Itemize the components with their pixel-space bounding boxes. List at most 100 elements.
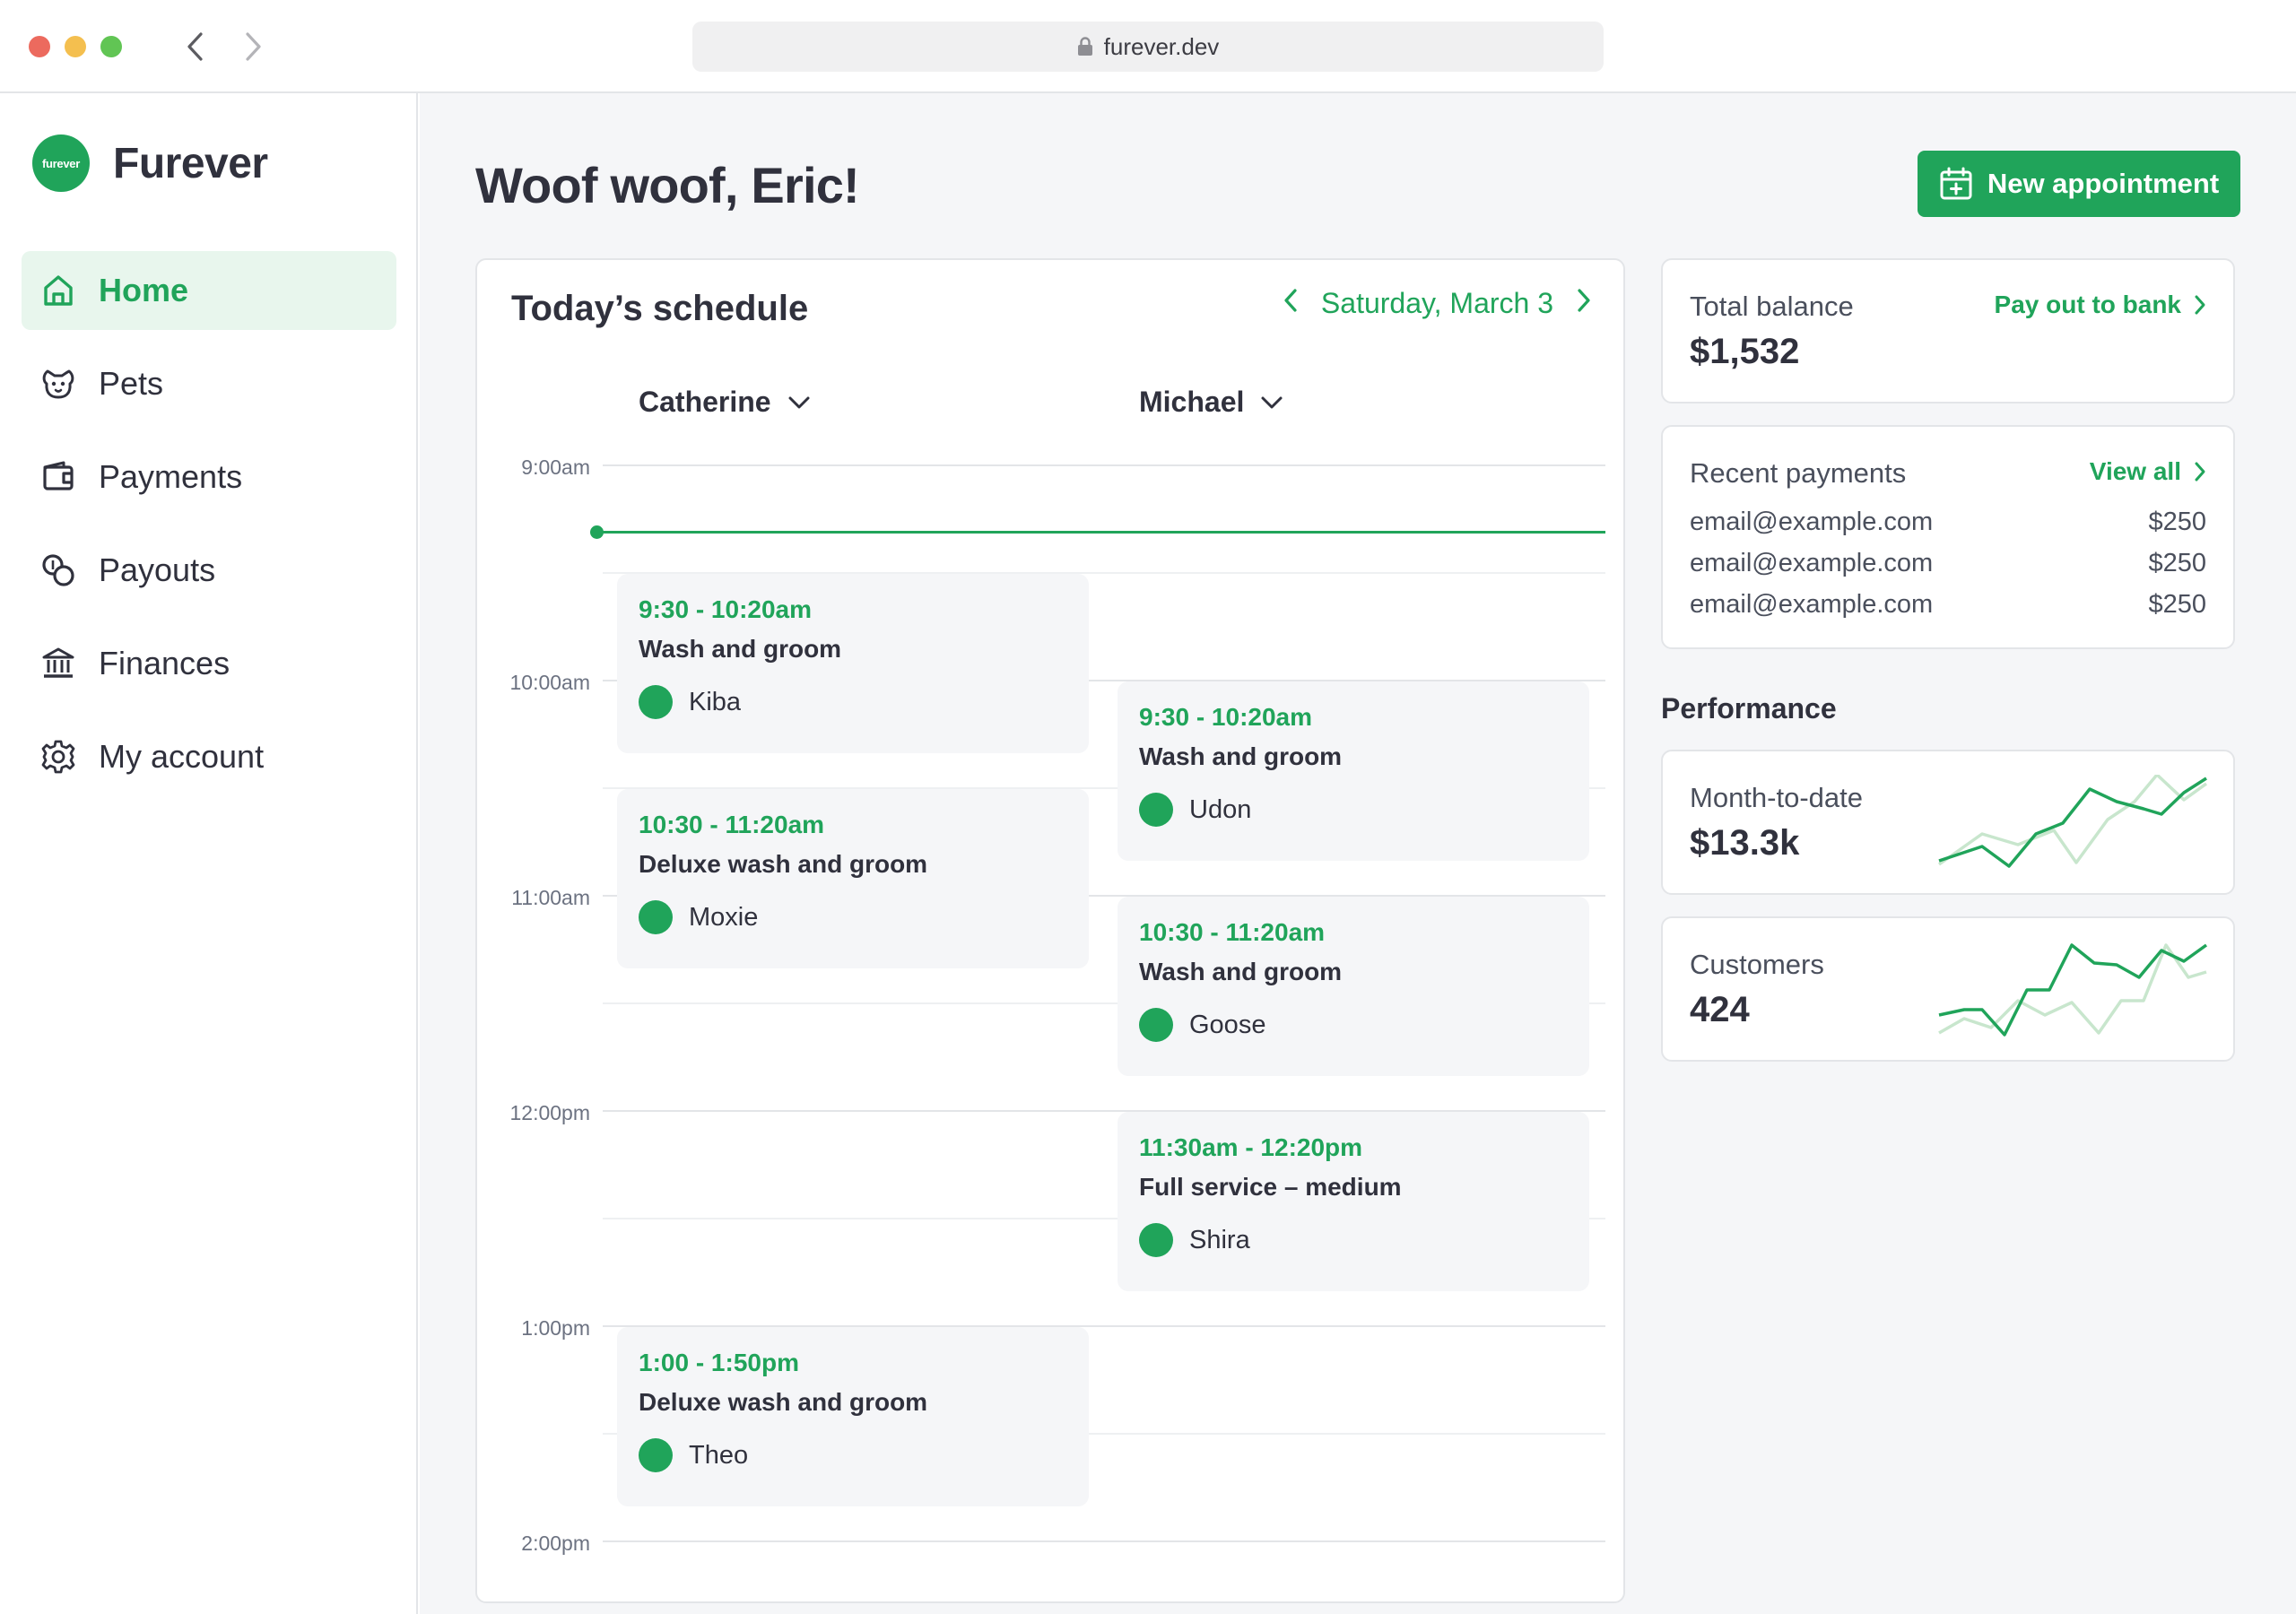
appointment-time: 10:30 - 11:20am [639, 811, 825, 838]
pay-out-to-bank-link[interactable]: Pay out to bank [1995, 291, 2206, 319]
sidebar-item-pets[interactable]: Pets [22, 344, 396, 423]
payment-amount: $250 [2148, 590, 2206, 619]
appointment-pet: Goose [1139, 1008, 1568, 1042]
chevron-down-icon [788, 396, 810, 408]
sidebar-item-label: Payouts [99, 551, 216, 588]
sidebar-item-label: Pets [99, 365, 164, 402]
new-appointment-button[interactable]: New appointment [1918, 151, 2240, 217]
hour-gridline [603, 464, 1605, 466]
pet-avatar [1139, 1008, 1173, 1042]
pay-out-label: Pay out to bank [1994, 291, 2181, 318]
payment-email: email@example.com [1690, 590, 1934, 619]
appointment-service: Wash and groom [1139, 742, 1343, 770]
month-to-date-card[interactable]: Month-to-date $13.3k [1661, 750, 2235, 895]
payment-row[interactable]: email@example.com $250 [1690, 508, 2206, 537]
payment-email: email@example.com [1690, 508, 1934, 536]
logo-text: furever [42, 156, 80, 170]
staff-select-catherine[interactable]: Catherine [639, 386, 811, 419]
customers-label: Customers [1690, 949, 1824, 980]
chevron-right-icon [1578, 289, 1590, 312]
address-bar[interactable]: furever.dev [692, 22, 1604, 72]
appointment-pet: Theo [639, 1438, 1067, 1472]
sidebar-item-finances[interactable]: Finances [22, 624, 396, 703]
pet-avatar [1139, 793, 1173, 827]
appointment-service: Full service – medium [1139, 1173, 1402, 1201]
sidebar-nav: Home Pets Payments Payouts Finances My a… [22, 251, 396, 811]
paw-icon [39, 365, 77, 403]
payment-row[interactable]: email@example.com $250 [1690, 549, 2206, 578]
minimize-window-button[interactable] [65, 36, 86, 57]
current-time-line [597, 531, 1605, 534]
sidebar-item-home[interactable]: Home [22, 251, 396, 330]
next-day-button[interactable] [1577, 287, 1591, 320]
sidebar-item-label: Finances [99, 645, 230, 681]
pet-name: Moxie [689, 902, 759, 932]
hour-gridline [603, 1540, 1605, 1542]
payment-row[interactable]: email@example.com $250 [1690, 590, 2206, 620]
sidebar-item-label: Home [99, 272, 189, 308]
appointment-pet: Udon [1139, 793, 1568, 827]
customers-card[interactable]: Customers 424 [1661, 916, 2235, 1062]
pet-name: Udon [1189, 794, 1252, 824]
appointment-card[interactable]: 10:30 - 11:20am Wash and groom Goose [1118, 897, 1589, 1076]
appointment-card[interactable]: 11:30am - 12:20pm Full service – medium … [1118, 1112, 1589, 1291]
forward-button[interactable] [235, 27, 271, 66]
close-window-button[interactable] [29, 36, 50, 57]
wallet-icon [39, 458, 77, 496]
appointment-time: 9:30 - 10:20am [639, 595, 813, 623]
appointment-service: Deluxe wash and groom [639, 1388, 928, 1416]
previous-day-button[interactable] [1283, 287, 1298, 320]
month-to-date-sparkline [1937, 775, 2208, 868]
page-title: Woof woof, Eric! [475, 157, 860, 213]
customers-value: 424 [1690, 990, 1750, 1029]
chevron-down-icon [1261, 396, 1283, 408]
appointment-time: 10:30 - 11:20am [1139, 918, 1326, 946]
furever-logo: furever [32, 134, 90, 192]
pet-avatar [639, 685, 673, 719]
month-to-date-value: $13.3k [1690, 823, 1800, 863]
view-all-label: View all [2089, 457, 2181, 485]
time-label: 11:00am [511, 886, 590, 909]
chevron-right-icon [2195, 462, 2205, 482]
new-appointment-label: New appointment [1987, 168, 2220, 199]
appointment-card[interactable]: 1:00 - 1:50pm Deluxe wash and groom Theo [617, 1327, 1089, 1506]
view-all-link[interactable]: View all [2090, 457, 2206, 486]
maximize-window-button[interactable] [100, 36, 122, 57]
sidebar-item-payouts[interactable]: Payouts [22, 531, 396, 610]
pet-name: Theo [689, 1440, 749, 1470]
time-label: 2:00pm [521, 1532, 590, 1555]
gear-icon [39, 738, 77, 776]
sidebar: furever Furever Home Pets Payments Payou… [0, 93, 418, 1614]
payment-amount: $250 [2148, 508, 2206, 536]
sidebar-item-label: My account [99, 738, 265, 775]
browser-chrome: furever.dev [0, 0, 2296, 93]
staff-name: Catherine [639, 386, 771, 418]
appointment-pet: Shira [1139, 1223, 1568, 1257]
chevron-left-icon [1284, 289, 1297, 312]
pet-name: Kiba [689, 687, 742, 716]
balance-value: $1,532 [1690, 332, 1800, 371]
schedule-title: Today’s schedule [511, 289, 809, 328]
pet-name: Shira [1189, 1225, 1250, 1254]
back-button[interactable] [178, 27, 213, 66]
sidebar-item-my-account[interactable]: My account [22, 717, 396, 796]
current-period-line [1938, 777, 2207, 868]
chevron-right-icon [2195, 295, 2205, 315]
appointment-card[interactable]: 9:30 - 10:20am Wash and groom Udon [1118, 681, 1589, 861]
time-label: 10:00am [509, 671, 590, 694]
sidebar-item-payments[interactable]: Payments [22, 438, 396, 516]
appointment-card[interactable]: 9:30 - 10:20am Wash and groom Kiba [617, 574, 1089, 753]
main-content: Woof woof, Eric! New appointment Today’s… [420, 93, 2296, 1614]
staff-select-michael[interactable]: Michael [1139, 386, 1283, 419]
appointment-time: 11:30am - 12:20pm [1139, 1133, 1363, 1161]
pet-avatar [639, 1438, 673, 1472]
appointment-pet: Kiba [639, 685, 1067, 719]
appointment-card[interactable]: 10:30 - 11:20am Deluxe wash and groom Mo… [617, 789, 1089, 968]
balance-card: Total balance $1,532 Pay out to bank [1661, 258, 2235, 404]
pet-avatar [1139, 1223, 1173, 1257]
brand[interactable]: furever Furever [32, 134, 268, 192]
balance-label: Total balance [1690, 291, 1854, 322]
date-navigator: Saturday, March 3 [1283, 287, 1591, 320]
pet-name: Goose [1189, 1010, 1266, 1039]
lock-icon [1077, 37, 1092, 56]
